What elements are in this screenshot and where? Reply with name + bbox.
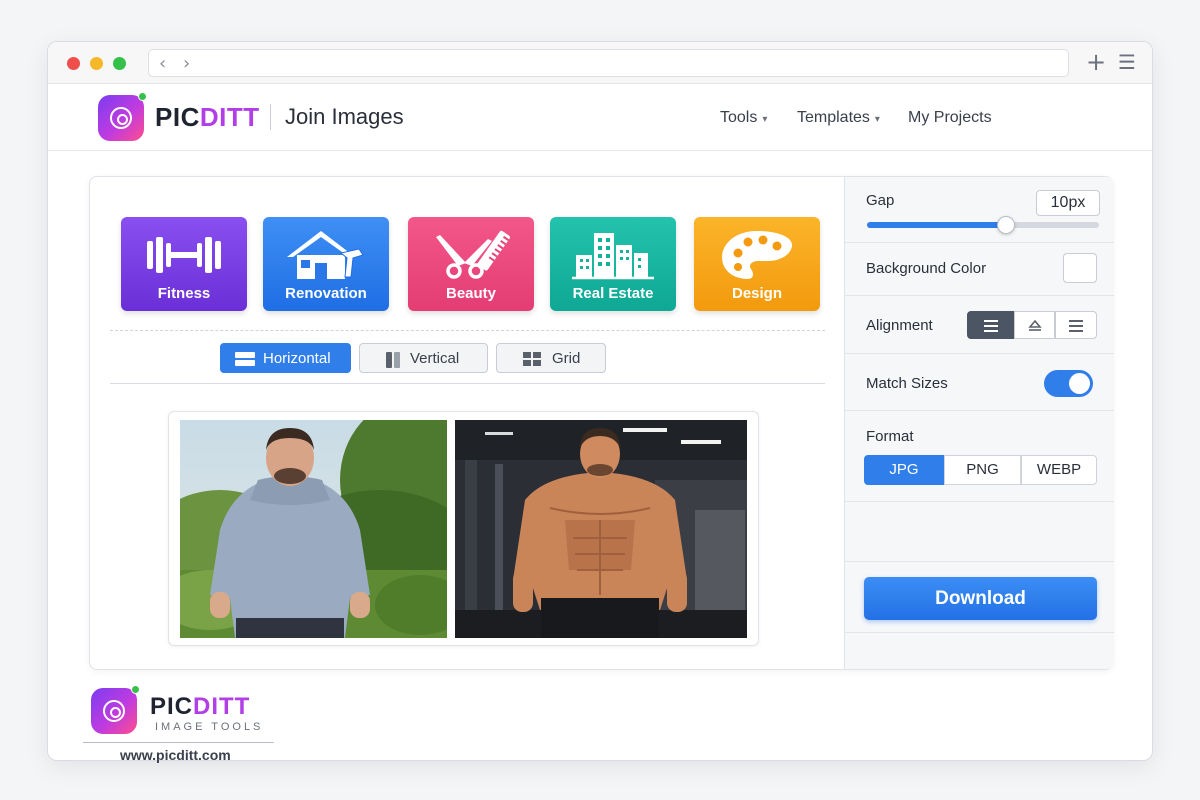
camera-lens-icon [110,107,132,129]
footer-brand-right: DITT [193,693,251,720]
minimize-window-dot[interactable] [90,57,103,70]
download-button[interactable]: Download [864,577,1097,620]
camera-lens-icon [103,700,125,722]
category-label: Design [731,285,782,302]
align-right-icon [1069,320,1083,335]
gap-value-field[interactable]: 10px [1036,190,1100,216]
new-tab-button[interactable]: + [1086,50,1106,74]
match-sizes-label: Match Sizes [866,375,948,392]
address-bar[interactable]: ‹ › [148,49,1069,77]
gap-setting: Gap 10px [845,177,1114,243]
category-label: Beauty [445,285,497,302]
alignment-setting: Alignment [845,296,1114,354]
brand-right: DITT [199,102,260,132]
brand-name[interactable]: PICDITT [155,102,260,133]
nav-tools[interactable]: Tools ▾ [720,109,767,127]
footer-brand-left: PIC [150,693,194,720]
match-sizes-toggle[interactable] [1044,370,1093,397]
category-real-estate[interactable]: Real Estate [550,217,676,311]
footer-divider [83,742,274,743]
format-png-button[interactable]: PNG [944,455,1021,485]
app-header: PICDITT Join Images Tools ▾ Templates ▾ My… [48,85,1152,151]
settings-panel: Gap 10px Background Color Alignment Matc… [844,177,1114,669]
category-design[interactable]: Design [694,217,820,311]
before-photo-image [180,420,447,638]
match-sizes-setting: Match Sizes [845,354,1114,411]
workspace: Fitness Renovation Beauty Real Estate De… [90,177,844,669]
align-left-icon [983,320,998,335]
join-images-card: Fitness Renovation Beauty Real Estate De… [89,176,1114,670]
layout-label: Grid [552,350,581,367]
category-renovation[interactable]: Renovation [263,217,389,311]
category-label: Fitness [157,285,211,302]
nav-templates[interactable]: Templates ▾ [797,109,880,127]
browser-window: ‹ › + ☰ PICDITT Join Images Tools ▾ Templ… [47,41,1153,761]
background-color-label: Background Color [866,260,987,277]
nav-my-projects-label: My Projects [908,109,992,126]
close-window-dot[interactable] [67,57,80,70]
layout-vertical-button[interactable]: Vertical [359,343,488,373]
panel-spacer [845,502,1114,562]
nav-tools-label: Tools [720,109,758,126]
picditt-logo-icon[interactable] [98,92,147,141]
chevron-right-icon[interactable]: › [183,53,190,74]
page-title: Join Images [285,104,404,129]
brand-left: PIC [155,102,200,132]
category-fitness[interactable]: Fitness [121,217,247,311]
category-label: Real Estate [572,285,654,302]
format-setting: Format JPG PNG WEBP [845,411,1114,502]
category-divider [110,330,825,331]
toggle-knob [1069,373,1090,394]
maximize-window-dot[interactable] [113,57,126,70]
background-color-setting: Background Color [845,243,1114,296]
horizontal-layout-icon [235,352,255,366]
align-left-button[interactable] [967,311,1014,339]
buildings-icon [572,233,654,280]
layout-divider [110,383,825,384]
nav-my-projects[interactable]: My Projects [908,109,992,127]
dumbbell-icon [147,237,221,273]
background-color-swatch[interactable] [1063,253,1097,283]
align-top-icon [1028,319,1042,331]
gap-slider-fill [867,222,1007,228]
category-label: Renovation [285,285,367,302]
after-photo[interactable] [455,420,747,638]
layout-horizontal-button[interactable]: Horizontal [220,343,351,373]
align-center-button[interactable] [1014,311,1055,339]
alignment-label: Alignment [866,317,933,334]
house-tools-icon [287,231,364,279]
vertical-layout-icon [386,352,400,368]
layout-label: Vertical [410,350,460,367]
palette-icon [722,231,792,279]
footer-url: www.picditt.com [120,747,231,763]
category-beauty[interactable]: Beauty [408,217,534,311]
footer-tagline: IMAGE TOOLS [155,721,264,733]
status-dot [131,685,140,694]
format-webp-button[interactable]: WEBP [1021,455,1097,485]
nav-templates-label: Templates [797,109,870,126]
scissors-comb-icon [436,230,510,279]
hamburger-icon[interactable]: ☰ [1118,51,1136,73]
grid-layout-icon [523,352,541,366]
status-dot [138,92,147,101]
caret-down-icon: ▾ [762,114,768,125]
footer-logo-icon [91,685,140,734]
layout-label: Horizontal [263,350,331,367]
gap-slider-thumb[interactable] [997,216,1016,234]
layout-grid-button[interactable]: Grid [496,343,606,373]
format-jpg-button[interactable]: JPG [864,455,944,485]
caret-down-icon: ▾ [874,114,880,125]
footer-brand-name: PICDITT [150,693,250,721]
align-right-button[interactable] [1055,311,1097,339]
before-photo[interactable] [180,420,447,638]
after-photo-image [455,420,747,638]
gap-label: Gap [866,192,895,209]
joined-image-preview [168,411,759,646]
format-label: Format [866,428,914,445]
panel-bottom-divider [845,632,1114,633]
browser-chrome: ‹ › + ☰ [48,42,1152,84]
gap-slider[interactable] [867,216,1099,234]
header-divider [270,104,271,130]
chevron-left-icon[interactable]: ‹ [159,53,166,74]
